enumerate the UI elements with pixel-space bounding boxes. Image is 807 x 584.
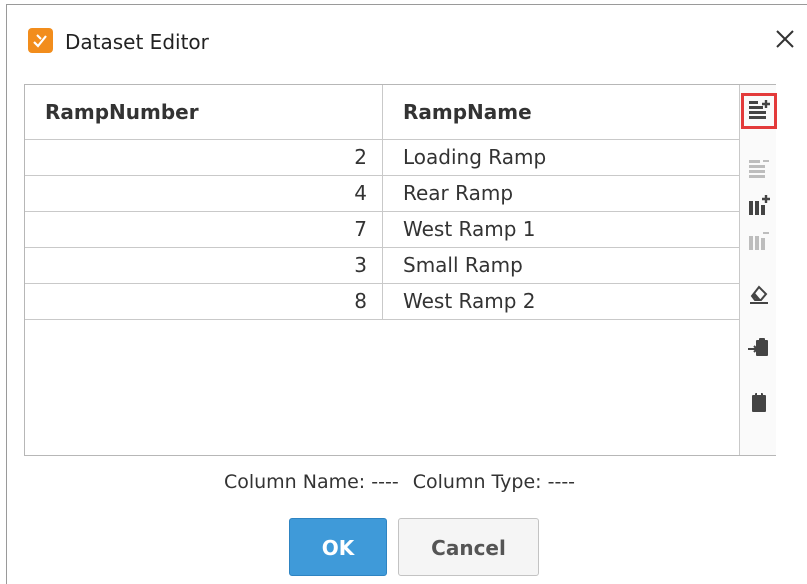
- column-info: Column Name: ---- Column Type: ----: [7, 470, 792, 494]
- cell-rampname[interactable]: West Ramp 1: [403, 212, 536, 247]
- column-header-rampnumber[interactable]: RampNumber: [45, 85, 199, 139]
- column-name-label: Column Name: ----: [223, 471, 399, 493]
- cell-rampname[interactable]: Rear Ramp: [403, 176, 513, 211]
- table-row[interactable]: 4 Rear Ramp: [25, 176, 739, 212]
- dataset-table[interactable]: RampNumber RampName 2 Loading Ramp 4 Rea…: [25, 85, 739, 455]
- close-icon[interactable]: [771, 25, 799, 53]
- add-row-icon[interactable]: [741, 93, 777, 129]
- cell-rampname[interactable]: Small Ramp: [403, 248, 523, 283]
- cell-rampnumber[interactable]: 4: [25, 176, 367, 211]
- column-divider: [382, 212, 383, 247]
- cell-rampnumber[interactable]: 2: [25, 140, 367, 175]
- cell-rampnumber[interactable]: 3: [25, 248, 367, 283]
- column-divider: [382, 140, 383, 175]
- column-header-rampname[interactable]: RampName: [403, 85, 532, 139]
- paste-icon[interactable]: [747, 335, 771, 359]
- dataset-editor-dialog: Dataset Editor RampNumber RampName 2 Loa…: [6, 4, 807, 584]
- column-divider: [382, 85, 383, 139]
- table-toolbar: [739, 85, 777, 455]
- cell-rampname[interactable]: Loading Ramp: [403, 140, 546, 175]
- eraser-icon[interactable]: [747, 282, 771, 306]
- clipboard-icon[interactable]: [747, 390, 771, 414]
- ok-button[interactable]: OK: [289, 518, 387, 576]
- table-row[interactable]: 7 West Ramp 1: [25, 212, 739, 248]
- delete-column-icon[interactable]: [747, 229, 771, 253]
- add-column-icon[interactable]: [747, 194, 771, 218]
- column-divider: [382, 176, 383, 211]
- cell-rampnumber[interactable]: 7: [25, 212, 367, 247]
- table-header: RampNumber RampName: [25, 85, 739, 140]
- cancel-button[interactable]: Cancel: [398, 518, 539, 576]
- title-bar: Dataset Editor: [7, 5, 807, 75]
- column-divider: [382, 248, 383, 283]
- column-divider: [382, 284, 383, 319]
- column-type-label: Column Type: ----: [412, 471, 576, 493]
- delete-row-icon[interactable]: [747, 157, 771, 181]
- cell-rampnumber[interactable]: 8: [25, 284, 367, 319]
- cell-rampname[interactable]: West Ramp 2: [403, 284, 536, 319]
- table-row[interactable]: 2 Loading Ramp: [25, 140, 739, 176]
- dataset-table-frame: RampNumber RampName 2 Loading Ramp 4 Rea…: [24, 84, 777, 456]
- app-icon: [28, 28, 53, 53]
- table-row[interactable]: 3 Small Ramp: [25, 248, 739, 284]
- dialog-title: Dataset Editor: [65, 30, 209, 54]
- table-row[interactable]: 8 West Ramp 2: [25, 284, 739, 320]
